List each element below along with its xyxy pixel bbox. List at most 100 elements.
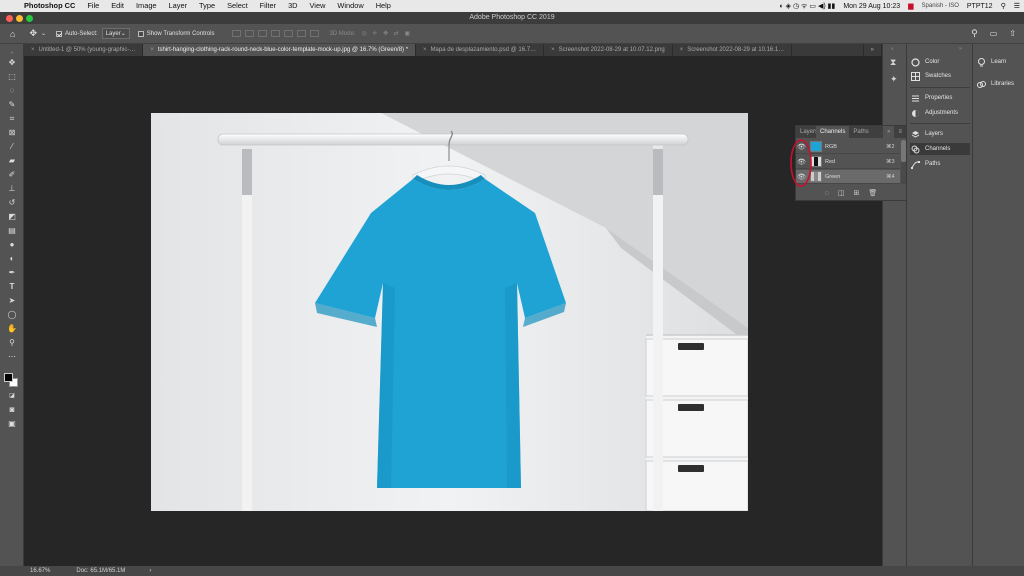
- panel-menu-icon[interactable]: ≡: [894, 126, 906, 138]
- canvas-area[interactable]: [24, 56, 882, 566]
- delete-channel-icon[interactable]: 🗑: [868, 189, 877, 197]
- status-menu-arrow[interactable]: ›: [149, 568, 151, 574]
- panel-color[interactable]: Color: [911, 56, 969, 68]
- zoom-level[interactable]: 16.67%: [30, 568, 50, 574]
- tab-channels[interactable]: Channels: [816, 126, 850, 138]
- status-icons[interactable]: ◐ ◈ ◷ ᯤ ▭ ◀) ▮▮: [776, 2, 840, 11]
- panel-channels[interactable]: Channels: [910, 143, 970, 155]
- quick-selection-tool-icon[interactable]: ✎: [6, 99, 18, 110]
- document-image[interactable]: [151, 113, 748, 511]
- align-top-icon[interactable]: [232, 30, 242, 37]
- frame-tool-icon[interactable]: ⊠: [6, 127, 18, 138]
- menu-app-name[interactable]: Photoshop CC: [18, 0, 81, 12]
- save-selection-icon[interactable]: ◫: [838, 189, 845, 197]
- distribute-icon[interactable]: [310, 30, 320, 37]
- eraser-tool-icon[interactable]: ◩: [6, 211, 18, 222]
- doc-tab-active[interactable]: × tshirt-hanging-clothing-rack-round-neck…: [143, 44, 417, 56]
- home-icon[interactable]: ⌂: [10, 29, 15, 39]
- tab-paths[interactable]: Paths: [849, 126, 872, 138]
- doc-tab[interactable]: × Screenshot 2022-08-29 at 10.07.12.png: [544, 44, 673, 56]
- zoom-window-button[interactable]: [26, 15, 33, 22]
- menu-view[interactable]: View: [304, 0, 332, 12]
- 3d-mode-icons[interactable]: ◎ ✛ ✥ ⇄ ▣: [361, 30, 412, 37]
- clock[interactable]: Mon 29 Aug 10:23: [839, 3, 904, 10]
- history-panel-icon[interactable]: ⧗: [890, 57, 896, 68]
- share-icon[interactable]: ⇧: [1009, 29, 1016, 38]
- menu-3d[interactable]: 3D: [282, 0, 303, 12]
- clone-stamp-tool-icon[interactable]: ⊥: [6, 183, 18, 194]
- close-tab-icon[interactable]: ×: [31, 47, 35, 53]
- panel-swatches[interactable]: Swatches: [911, 70, 969, 82]
- panel-learn[interactable]: Learn: [977, 56, 1023, 68]
- history-brush-tool-icon[interactable]: ↺: [6, 197, 18, 208]
- doc-tab[interactable]: × Screenshot 2022-08-29 at 10.16.1…: [673, 44, 793, 56]
- quick-mask-icon[interactable]: ◙: [6, 404, 18, 415]
- dock-collapse-icon[interactable]: «: [891, 46, 894, 52]
- lasso-tool-icon[interactable]: ◌: [6, 85, 18, 96]
- close-tab-icon[interactable]: ×: [423, 47, 427, 53]
- auto-select-dropdown[interactable]: Layer ⌄: [101, 28, 130, 39]
- close-window-button[interactable]: [6, 15, 13, 22]
- menu-filter[interactable]: Filter: [254, 0, 282, 12]
- close-tab-icon[interactable]: ×: [680, 47, 684, 53]
- menu-edit[interactable]: Edit: [105, 0, 130, 12]
- doc-tab[interactable]: × Untitled-1 @ 50% (young-graphic-…: [24, 44, 144, 56]
- screen-mode-icon[interactable]: ▣: [6, 418, 18, 429]
- panel-adjustments[interactable]: Adjustments: [911, 107, 969, 119]
- gradient-tool-icon[interactable]: ▤: [6, 225, 18, 236]
- user-name[interactable]: PTPT12: [963, 3, 997, 10]
- align-bottom-icon[interactable]: [258, 30, 268, 37]
- menu-image[interactable]: Image: [130, 0, 163, 12]
- doc-tab[interactable]: × Mapa de desplazamiento.psd @ 16.7…: [416, 44, 545, 56]
- tool-preset-picker[interactable]: ⌄: [41, 30, 46, 37]
- align-left-icon[interactable]: [271, 30, 281, 37]
- eyedropper-tool-icon[interactable]: ⁄: [6, 141, 18, 152]
- load-selection-icon[interactable]: ◌: [825, 190, 829, 197]
- panel-paths[interactable]: Paths: [911, 158, 969, 170]
- align-middle-icon[interactable]: [245, 30, 255, 37]
- align-center-icon[interactable]: [284, 30, 294, 37]
- menu-window[interactable]: Window: [331, 0, 369, 12]
- panel-properties[interactable]: Properties: [911, 92, 969, 104]
- panel-libraries[interactable]: Libraries: [977, 78, 1023, 90]
- menu-file[interactable]: File: [81, 0, 105, 12]
- menu-help[interactable]: Help: [370, 0, 397, 12]
- align-right-icon[interactable]: [297, 30, 307, 37]
- type-tool-icon[interactable]: T: [6, 281, 18, 292]
- panel-collapse-icon[interactable]: »: [883, 126, 895, 138]
- channels-scrollbar[interactable]: [901, 140, 906, 184]
- marquee-tool-icon[interactable]: ⬚: [6, 71, 18, 82]
- search-icon[interactable]: ⚲: [971, 28, 978, 39]
- dodge-tool-icon[interactable]: ◐: [6, 253, 18, 264]
- pen-tool-icon[interactable]: ✒: [6, 267, 18, 278]
- move-tool-icon[interactable]: ✥: [29, 28, 37, 39]
- healing-brush-tool-icon[interactable]: ▰: [6, 155, 18, 166]
- menu-type[interactable]: Type: [193, 0, 221, 12]
- foreground-color-swatch[interactable]: [4, 373, 13, 382]
- hand-tool-icon[interactable]: ✋: [6, 323, 18, 334]
- search-icon[interactable]: ⚲: [997, 2, 1010, 10]
- workspace-icon[interactable]: ▭: [990, 29, 998, 38]
- dock-collapse-icon[interactable]: »: [959, 46, 962, 52]
- control-center-icon[interactable]: ☰: [1010, 2, 1024, 10]
- close-tab-icon[interactable]: ×: [551, 47, 555, 53]
- menu-select[interactable]: Select: [221, 0, 254, 12]
- move-tool-icon[interactable]: ✥: [6, 57, 18, 68]
- shape-tool-icon[interactable]: ◯: [6, 309, 18, 320]
- properties-panel-icon[interactable]: ✦: [890, 74, 898, 85]
- new-channel-icon[interactable]: ⊞: [854, 189, 860, 197]
- transform-controls-checkbox[interactable]: Show Transform Controls: [137, 30, 214, 37]
- blur-tool-icon[interactable]: ●: [6, 239, 18, 250]
- brush-tool-icon[interactable]: ✐: [6, 169, 18, 180]
- edit-toolbar-icon[interactable]: ⋯: [6, 351, 18, 362]
- tabs-overflow-button[interactable]: »: [862, 44, 882, 56]
- panel-layers[interactable]: Layers: [911, 128, 969, 140]
- path-selection-tool-icon[interactable]: ➤: [6, 295, 18, 306]
- close-tab-icon[interactable]: ×: [150, 47, 154, 53]
- menu-layer[interactable]: Layer: [163, 0, 194, 12]
- input-source[interactable]: Spanish - ISO: [918, 3, 963, 9]
- input-source-flag-icon[interactable]: ▆: [904, 2, 917, 10]
- minimize-window-button[interactable]: [16, 15, 23, 22]
- auto-select-checkbox[interactable]: Auto-Select:: [56, 30, 98, 37]
- align-buttons[interactable]: [228, 30, 320, 37]
